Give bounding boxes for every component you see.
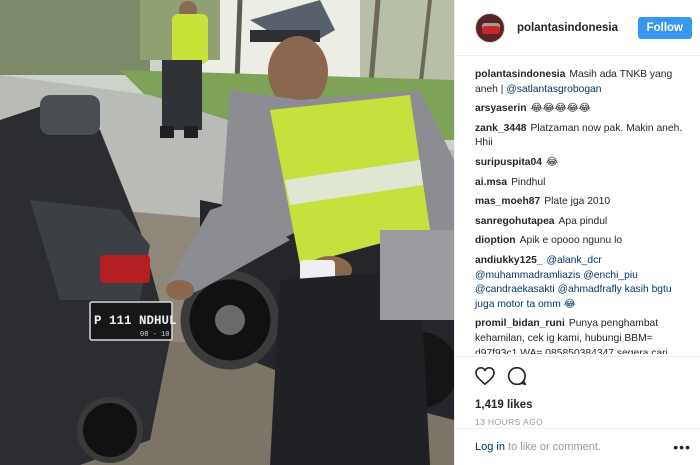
- comment-list: polantasindonesia Masih ada TNKB yang ane…: [455, 56, 700, 354]
- list-item: zank_3448 Platzaman now pak. Makin aneh. …: [475, 122, 690, 151]
- heart-icon[interactable]: [475, 366, 495, 390]
- comment-username[interactable]: ai.msa: [475, 177, 507, 188]
- comment-icon[interactable]: [507, 366, 527, 391]
- list-item: andiukky125_ @alank_dcr @muhammadramliazi…: [475, 254, 690, 312]
- follow-button[interactable]: Follow: [637, 16, 692, 39]
- list-item: suripuspita04 😂: [475, 156, 690, 171]
- comment-text: Pindhul: [511, 176, 546, 188]
- post-side-panel: polantasindonesia Follow polantasindones…: [454, 0, 700, 465]
- more-options-icon[interactable]: •••: [673, 439, 691, 455]
- timestamp: 13 HOURS AGO: [475, 417, 544, 427]
- avatar[interactable]: [475, 12, 505, 43]
- list-item: promil_bidan_runi Punya penghambat kehami…: [475, 317, 690, 354]
- list-item: sanregohutapea Apa pindul: [475, 215, 690, 230]
- comment-text: 😂: [545, 156, 558, 168]
- license-plate-text: P 111 NDHUL: [94, 314, 177, 328]
- caption-username[interactable]: polantasindonesia: [475, 69, 565, 80]
- login-link[interactable]: Log in: [475, 441, 505, 453]
- list-item: mas_moeh87 Plate jga 2010: [475, 195, 690, 210]
- comment-text: 😂😂😂😂😂: [530, 103, 591, 115]
- list-item: dioption Apik e opooo ngunu lo: [475, 234, 690, 249]
- post-header: polantasindonesia Follow: [455, 0, 700, 56]
- caption: polantasindonesia Masih ada TNKB yang ane…: [475, 68, 690, 97]
- like-count[interactable]: 1,419 likes: [475, 399, 681, 411]
- comment-text: Plate jga 2010: [544, 196, 611, 208]
- comment-username[interactable]: dioption: [475, 235, 516, 246]
- license-plate-date: 08 - 10: [140, 331, 169, 339]
- list-item: arsyaserin 😂😂😂😂😂: [475, 102, 690, 117]
- login-prompt-text: to like or comment.: [504, 441, 601, 453]
- comment-username[interactable]: zank_3448: [475, 123, 527, 134]
- comment-username[interactable]: arsyaserin: [475, 103, 527, 114]
- comment-text: Apik e opooo ngunu lo: [519, 235, 623, 247]
- comment-username[interactable]: andiukky125_: [475, 255, 543, 266]
- action-icons: [475, 366, 681, 391]
- caption-mention[interactable]: @satlantasgrobogan: [506, 84, 601, 95]
- post-actions: 1,419 likes 13 HOURS AGO: [455, 356, 700, 427]
- post-photo[interactable]: P 111 NDHUL 08 - 10: [0, 0, 454, 465]
- login-footer: Log in to like or comment. •••: [455, 428, 700, 465]
- comment-text: Apa pindul: [558, 215, 608, 227]
- comment-username[interactable]: mas_moeh87: [475, 196, 540, 207]
- instagram-post: P 111 NDHUL 08 - 10 polantasindonesia Fo…: [0, 0, 700, 465]
- comment-username[interactable]: suripuspita04: [475, 157, 542, 168]
- comment-username[interactable]: promil_bidan_runi: [475, 318, 565, 329]
- list-item: ai.msa Pindhul: [475, 176, 690, 191]
- comment-username[interactable]: sanregohutapea: [475, 216, 555, 227]
- header-username[interactable]: polantasindonesia: [517, 22, 638, 34]
